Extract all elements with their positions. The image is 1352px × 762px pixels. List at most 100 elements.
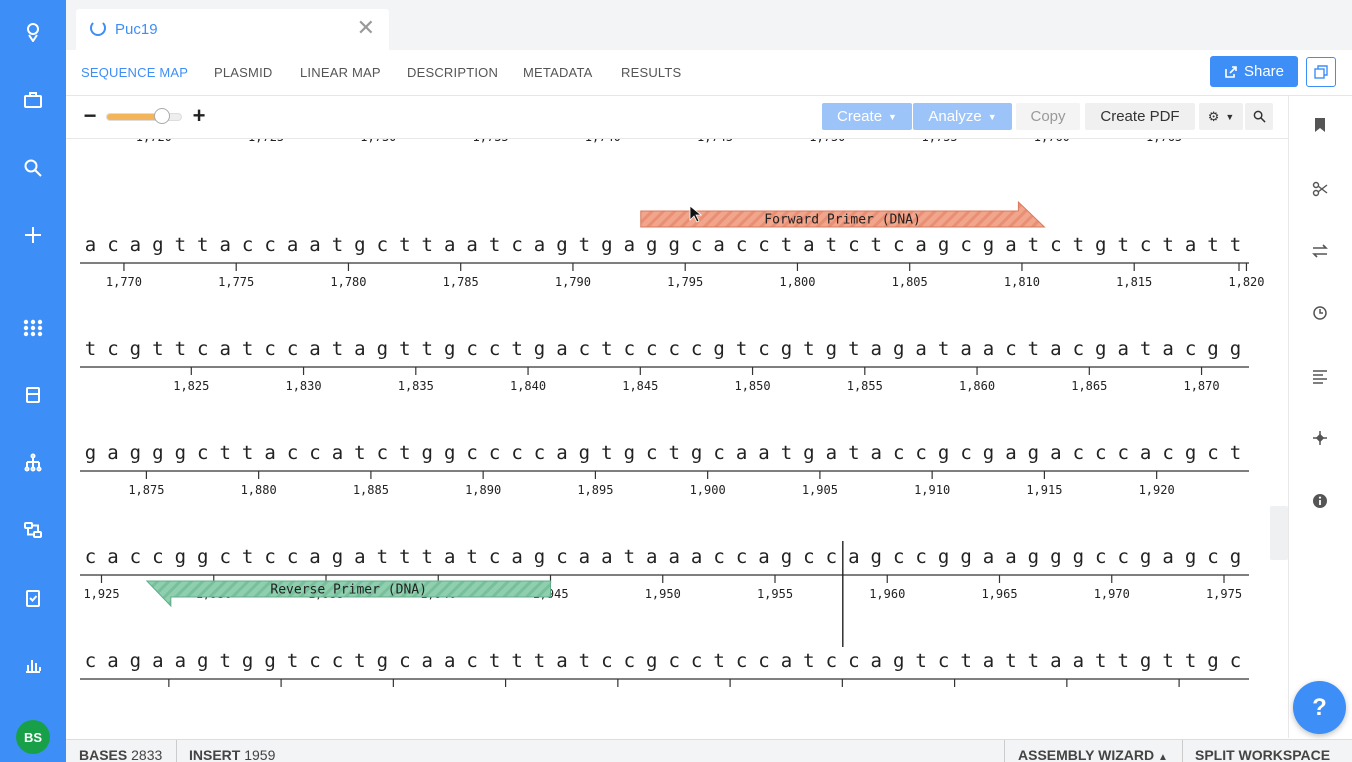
tick-label: 1,840 <box>510 379 546 393</box>
inventory-box-icon[interactable] <box>0 375 66 415</box>
share-button[interactable]: Share <box>1210 56 1298 87</box>
base-letter: c <box>466 650 477 672</box>
zoom-slider[interactable] <box>106 108 182 124</box>
base-letter: t <box>871 234 882 256</box>
base-letter: a <box>309 234 320 256</box>
base-letter: a <box>219 338 230 360</box>
create-pdf-button[interactable]: Create PDF <box>1085 103 1195 130</box>
document-tab[interactable]: Puc19 ✕ <box>76 9 389 50</box>
bar-chart-icon[interactable] <box>0 645 66 685</box>
hierarchy-icon[interactable] <box>0 443 66 483</box>
tab-linear-map[interactable]: LINEAR MAP <box>300 65 381 80</box>
base-letter: t <box>1028 338 1039 360</box>
tick-label: 1,865 <box>1071 379 1107 393</box>
base-letter: t <box>601 442 612 464</box>
sequence-map-view[interactable]: 1,720 1,725 1,730 1,735 1,740 1,745 1,750 1,755… <box>66 139 1288 739</box>
base-letter: t <box>624 546 635 568</box>
bases-label: BASES <box>79 747 128 762</box>
info-icon[interactable] <box>1305 486 1335 516</box>
base-letter: g <box>556 234 567 256</box>
tick-label: 1,830 <box>285 379 321 393</box>
primer-label: Reverse Primer (DNA) <box>270 583 427 598</box>
history-clock-icon[interactable] <box>1305 298 1335 328</box>
split-workspace-button[interactable]: SPLIT WORKSPACE <box>1195 747 1330 762</box>
base-letter: t <box>287 650 298 672</box>
search-icon[interactable] <box>0 148 66 188</box>
analyze-dropdown-button[interactable]: Analyze ▼ <box>913 103 1012 130</box>
sequence-search-button[interactable] <box>1245 103 1273 130</box>
plus-icon[interactable] <box>0 215 66 255</box>
tab-results[interactable]: RESULTS <box>621 65 681 80</box>
avatar-initials: BS <box>23 729 43 745</box>
base-letter: g <box>1140 650 1151 672</box>
tab-sequence-map[interactable]: SEQUENCE MAP <box>81 65 188 80</box>
apps-grid-icon[interactable] <box>0 308 66 348</box>
base-letter: g <box>422 442 433 464</box>
base-letter: g <box>646 650 657 672</box>
create-dropdown-button[interactable]: Create ▼ <box>822 103 912 130</box>
base-letter: a <box>848 546 859 568</box>
tab-description[interactable]: DESCRIPTION <box>407 65 498 80</box>
base-letter: t <box>1005 650 1016 672</box>
swap-arrows-icon[interactable] <box>1305 236 1335 266</box>
base-letter: t <box>848 338 859 360</box>
base-letter: t <box>803 338 814 360</box>
base-letter: c <box>668 650 679 672</box>
base-letter: t <box>781 442 792 464</box>
base-letter: g <box>377 338 388 360</box>
base-letter: g <box>871 546 882 568</box>
base-letter: c <box>1050 234 1061 256</box>
workflow-icon[interactable] <box>0 510 66 550</box>
copy-label: Copy <box>1030 108 1066 125</box>
tick-label: 1,895 <box>577 483 613 497</box>
tab-plasmid[interactable]: PLASMID <box>214 65 272 80</box>
duplicate-window-button[interactable] <box>1306 57 1336 87</box>
base-letter: c <box>1095 442 1106 464</box>
base-letter: a <box>332 442 343 464</box>
base-letter: t <box>1230 234 1241 256</box>
align-lines-icon[interactable] <box>1305 361 1335 391</box>
base-letter: t <box>668 442 679 464</box>
base-letter: a <box>85 234 96 256</box>
user-avatar[interactable]: BS <box>16 720 50 754</box>
sequence-map-canvas[interactable]: 1,720 1,725 1,730 1,735 1,740 1,745 1,750 1,755… <box>66 139 1288 739</box>
base-letter: c <box>624 650 635 672</box>
tick-label: 1,815 <box>1116 275 1152 289</box>
tab-metadata[interactable]: METADATA <box>523 65 593 80</box>
zoom-out-button[interactable]: − <box>83 105 97 127</box>
base-letter: g <box>85 442 96 464</box>
scrollbar-thumb[interactable] <box>1270 506 1288 560</box>
tick-label: 1,795 <box>667 275 703 289</box>
base-letter: t <box>1140 338 1151 360</box>
astronaut-logo-icon[interactable] <box>0 12 66 52</box>
base-letter: t <box>1117 234 1128 256</box>
base-letter: t <box>1185 650 1196 672</box>
base-letter: c <box>646 338 657 360</box>
bookmark-icon[interactable] <box>1305 110 1335 140</box>
clipboard-check-icon[interactable] <box>0 578 66 618</box>
base-letter: c <box>1073 442 1084 464</box>
tick-label: 1,730 <box>360 139 396 144</box>
base-letter: c <box>511 234 522 256</box>
zoom-slider-thumb[interactable] <box>153 108 170 124</box>
tick-label: 1,835 <box>398 379 434 393</box>
base-letter: c <box>152 546 163 568</box>
briefcase-icon[interactable] <box>0 80 66 120</box>
help-button[interactable]: ? <box>1293 681 1346 734</box>
settings-dropdown-button[interactable]: ⚙ ▼ <box>1199 103 1243 130</box>
scissors-icon[interactable] <box>1305 174 1335 204</box>
base-letter: c <box>1117 546 1128 568</box>
zoom-in-button[interactable]: + <box>190 105 208 127</box>
base-letter: g <box>242 650 253 672</box>
base-letter: g <box>579 442 590 464</box>
base-letter: a <box>556 650 567 672</box>
base-letter: c <box>893 546 904 568</box>
close-tab-icon[interactable]: ✕ <box>357 17 375 39</box>
base-letter: a <box>960 338 971 360</box>
assembly-wizard-toggle[interactable]: ASSEMBLY WIZARD ▲ <box>1018 747 1168 762</box>
copy-button[interactable]: Copy <box>1016 103 1080 130</box>
tick-label: 1,975 <box>1206 587 1242 601</box>
target-crosshair-icon[interactable] <box>1305 423 1335 453</box>
base-letter: c <box>85 650 96 672</box>
base-letter: c <box>713 442 724 464</box>
